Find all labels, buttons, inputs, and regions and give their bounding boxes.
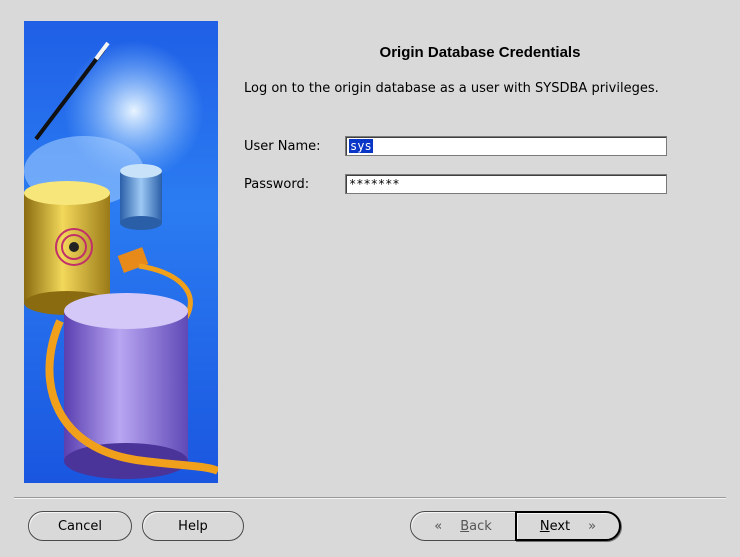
next-chevron-icon: » (588, 518, 597, 534)
next-button[interactable]: Next » (515, 511, 621, 541)
footer-divider (14, 497, 726, 499)
password-field[interactable]: ******* (345, 174, 667, 194)
password-label: Password: (244, 177, 310, 192)
wizard-banner-image (24, 21, 218, 483)
cancel-label: Cancel (57, 518, 103, 534)
back-button[interactable]: « Back (410, 511, 516, 541)
username-value: sys (349, 139, 373, 153)
cancel-button[interactable]: Cancel (28, 511, 132, 541)
help-label: Help (178, 518, 208, 534)
username-label: User Name: (244, 139, 321, 154)
back-chevron-icon: « (434, 518, 443, 534)
username-field[interactable]: sys (345, 136, 667, 156)
database-illustration-icon (24, 41, 218, 479)
password-value: ******* (349, 177, 400, 191)
page-title: Origin Database Credentials (379, 44, 581, 61)
help-button[interactable]: Help (142, 511, 244, 541)
instruction-text: Log on to the origin database as a user … (244, 81, 659, 96)
back-label: Back (460, 518, 492, 534)
next-label: Next (539, 518, 571, 534)
